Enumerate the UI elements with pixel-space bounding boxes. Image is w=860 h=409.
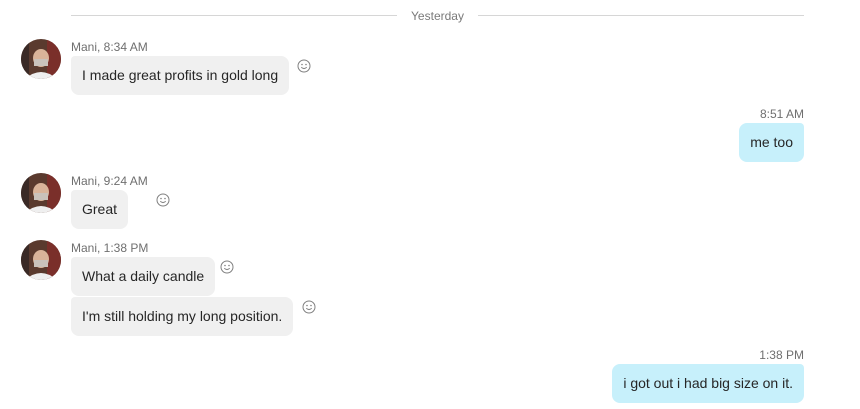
message-meta: Mani, 1:38 PM: [71, 241, 149, 255]
message-bubble[interactable]: I'm still holding my long position.: [71, 297, 294, 336]
message-time: 8:51 AM: [759, 107, 804, 121]
avatar[interactable]: [21, 173, 61, 213]
message-bubble[interactable]: i got out i had big size on it.: [612, 364, 804, 403]
message-bubble[interactable]: What a daily candle: [71, 257, 216, 296]
smiley-face-icon[interactable]: [220, 260, 234, 274]
divider-label: Yesterday: [411, 9, 464, 23]
date-divider: Yesterday: [71, 8, 804, 24]
message-bubble[interactable]: me too: [739, 123, 804, 162]
chat-thread: Yesterday Mani, 8:34 AM I made great pro…: [0, 0, 860, 409]
smiley-face-icon[interactable]: [156, 193, 170, 207]
smiley-face-icon[interactable]: [302, 300, 316, 314]
message-time: 1:38 PM: [759, 348, 804, 362]
message-meta: Mani, 8:34 AM: [71, 40, 148, 54]
avatar[interactable]: [21, 240, 61, 280]
avatar[interactable]: [21, 39, 61, 79]
divider-line-right: [478, 15, 804, 16]
message-meta: Mani, 9:24 AM: [71, 174, 148, 188]
smiley-face-icon[interactable]: [297, 59, 311, 73]
divider-line-left: [71, 15, 397, 16]
message-bubble[interactable]: I made great profits in gold long: [71, 56, 290, 95]
message-bubble[interactable]: Great: [71, 190, 129, 229]
